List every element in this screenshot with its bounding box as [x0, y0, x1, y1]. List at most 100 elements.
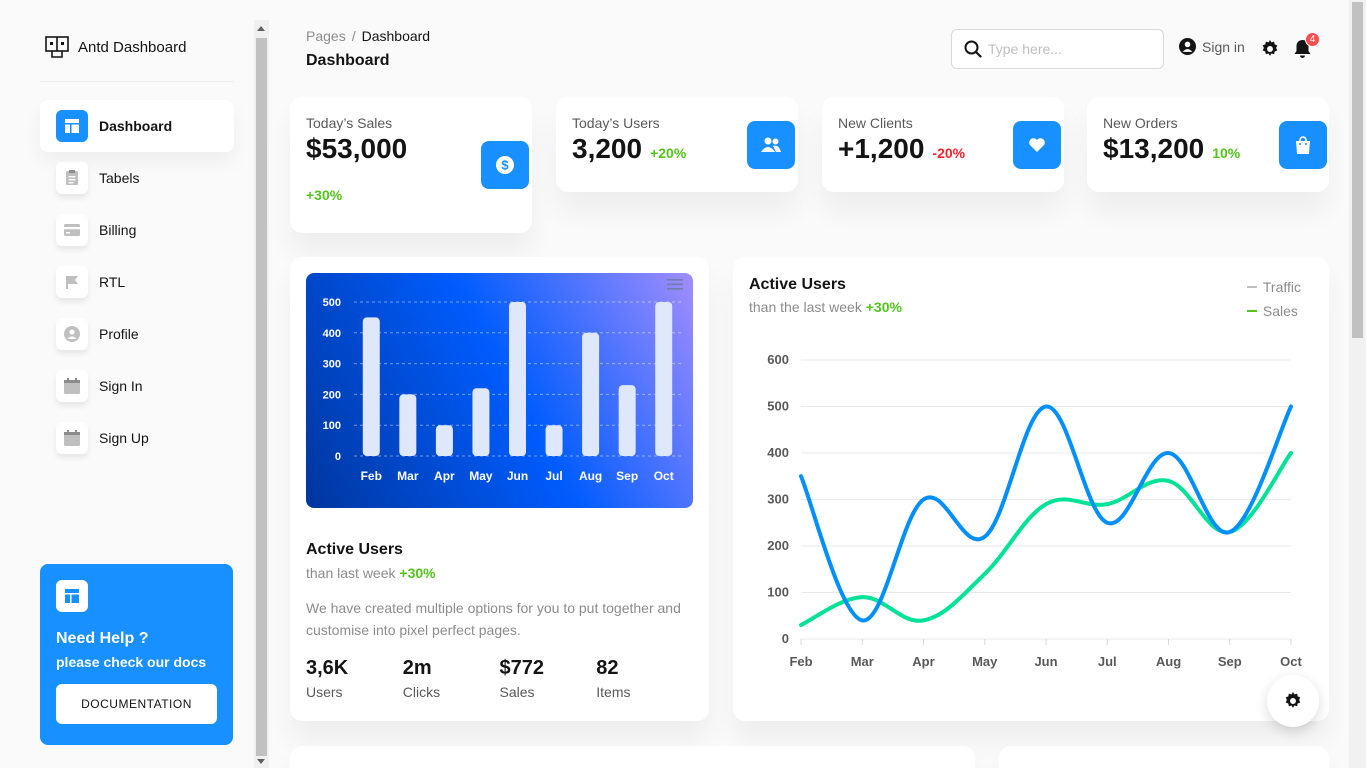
mini-stat-label: Clicks [402, 684, 441, 700]
x-tick-label: Apr [434, 469, 455, 483]
sidebar-item-label: Profile [99, 326, 139, 342]
series-line-sales[interactable] [799, 451, 1293, 628]
x-tick-label: Mar [397, 469, 419, 483]
shopping-bag-icon [1279, 121, 1327, 169]
y-tick-label: 200 [767, 538, 789, 553]
dashboard-icon [56, 580, 88, 612]
sidebar-item-profile[interactable]: Profile [40, 308, 234, 360]
stat-value-text: 3,200 [572, 133, 643, 164]
bottom-card-left [290, 746, 975, 768]
stat-change: +20% [650, 145, 687, 161]
sidebar-scrollbar[interactable] [254, 20, 269, 768]
sidebar-item-sign-in[interactable]: Sign In [40, 360, 234, 412]
mini-stats: 3,6K Users 2m Clicks $772 Sales 82 Items [306, 657, 693, 700]
card-subtitle: than last week +30% [306, 565, 693, 581]
y-tick-label: 100 [323, 420, 341, 432]
bar[interactable] [655, 302, 673, 456]
sidebar-item-billing[interactable]: Billing [40, 204, 234, 256]
bar-chart-panel: 0 100 200 300 400 500 Feb Mar Apr May Jun Jul Aug Sep… [306, 273, 693, 508]
bar[interactable] [582, 332, 600, 456]
sidebar-item-label: Billing [99, 222, 137, 238]
active-users-line-card: Active Users than the last week +30% Tra… [733, 257, 1329, 721]
sign-in-link[interactable]: Sign in [1179, 38, 1245, 55]
bar[interactable] [618, 385, 636, 456]
brand[interactable]: Antd Dashboard [40, 20, 234, 82]
scroll-down-arrow[interactable] [257, 759, 265, 764]
calendar-icon [56, 370, 88, 402]
sidebar-item-rtl[interactable]: RTL [40, 256, 234, 308]
y-tick-label: 0 [335, 451, 341, 463]
mini-stat-label: Items [596, 684, 631, 700]
stat-label: Today’s Sales [306, 115, 393, 131]
y-tick-label: 300 [323, 359, 341, 371]
page-scrollbar[interactable] [1349, 0, 1366, 768]
bar[interactable] [399, 394, 417, 456]
y-tick-label: 0 [782, 631, 789, 646]
bar[interactable] [545, 425, 563, 456]
mini-stat-value: 2m [402, 657, 432, 679]
settings-gear-icon[interactable] [1261, 40, 1279, 58]
sidebar: Antd Dashboard Dashboard Tabels Billing … [0, 0, 254, 768]
user-icon [56, 318, 88, 350]
stat-value-text: $53,000 [306, 133, 408, 164]
mini-stat-users: 3,6K Users [306, 657, 403, 700]
x-tick-label: Feb [361, 469, 382, 483]
scrollbar-thumb[interactable] [256, 38, 267, 756]
sign-in-label: Sign in [1202, 38, 1245, 55]
credit-card-icon [56, 214, 88, 246]
active-users-bar-card: 0 100 200 300 400 500 Feb Mar Apr May Jun Jul Aug Sep… [290, 257, 709, 721]
search-icon [964, 40, 982, 58]
bar[interactable] [362, 317, 380, 456]
settings-fab[interactable] [1267, 675, 1319, 727]
mini-stat-label: Sales [499, 684, 535, 700]
bar[interactable] [509, 302, 526, 456]
active-users-info: Active Users than last week +30% We have… [306, 541, 693, 641]
stat-value-text: +1,200 [838, 133, 925, 164]
search-input[interactable] [988, 41, 1158, 57]
stat-card-orders: New Orders $13,200 10% [1087, 97, 1329, 192]
mini-stat-items: 82 Items [596, 657, 693, 700]
y-tick-label: 500 [767, 399, 789, 414]
series-line-traffic[interactable] [799, 404, 1293, 623]
table-icon [56, 162, 88, 194]
stat-change: -20% [932, 145, 966, 161]
card-description: We have created multiple options for you… [306, 600, 681, 638]
mini-stat-label: Users [306, 684, 343, 700]
heart-icon [1013, 121, 1061, 169]
svg-text:$: $ [501, 158, 509, 173]
sidebar-item-sign-up[interactable]: Sign Up [40, 412, 234, 464]
search-box[interactable] [951, 29, 1164, 69]
chart-menu-icon[interactable] [667, 279, 683, 291]
y-tick-label: 100 [767, 585, 789, 600]
sidebar-item-dashboard[interactable]: Dashboard [40, 100, 234, 152]
x-tick-label: Jul [545, 469, 562, 483]
help-subtitle: please check our docs [56, 654, 207, 670]
x-tick-label: May [972, 654, 998, 669]
scroll-up-arrow[interactable] [257, 26, 265, 31]
stat-card-users: Today’s Users 3,200 +20% [556, 97, 798, 192]
sidebar-item-label: Sign Up [99, 430, 149, 446]
y-tick-label: 400 [323, 328, 341, 340]
calendar-icon [56, 422, 88, 454]
flag-icon [56, 266, 88, 298]
documentation-button[interactable]: DOCUMENTATION [56, 684, 217, 724]
stat-card-sales: Today’s Sales $53,000 +30% $ [290, 97, 532, 233]
sidebar-item-tabels[interactable]: Tabels [40, 152, 234, 204]
sidebar-item-label: Sign In [99, 378, 143, 394]
bar[interactable] [435, 425, 453, 456]
breadcrumb: Pages / Dashboard [306, 28, 430, 44]
stat-change: 10% [1212, 145, 1241, 161]
bar[interactable] [472, 388, 490, 456]
help-card: Need Help ? please check our docs DOCUME… [40, 564, 233, 745]
scrollbar-thumb[interactable] [1352, 2, 1363, 338]
help-title: Need Help ? [56, 630, 149, 647]
x-tick-label: Aug [579, 469, 602, 483]
card-title: Active Users [306, 541, 403, 558]
dashboard-icon [56, 110, 88, 142]
y-tick-label: 300 [767, 492, 789, 507]
sidebar-item-label: Dashboard [99, 118, 173, 134]
breadcrumb-current: Dashboard [361, 28, 431, 44]
breadcrumb-root[interactable]: Pages [306, 28, 346, 44]
mini-stat-value: 3,6K [306, 657, 349, 679]
stat-change: +30% [306, 187, 343, 203]
